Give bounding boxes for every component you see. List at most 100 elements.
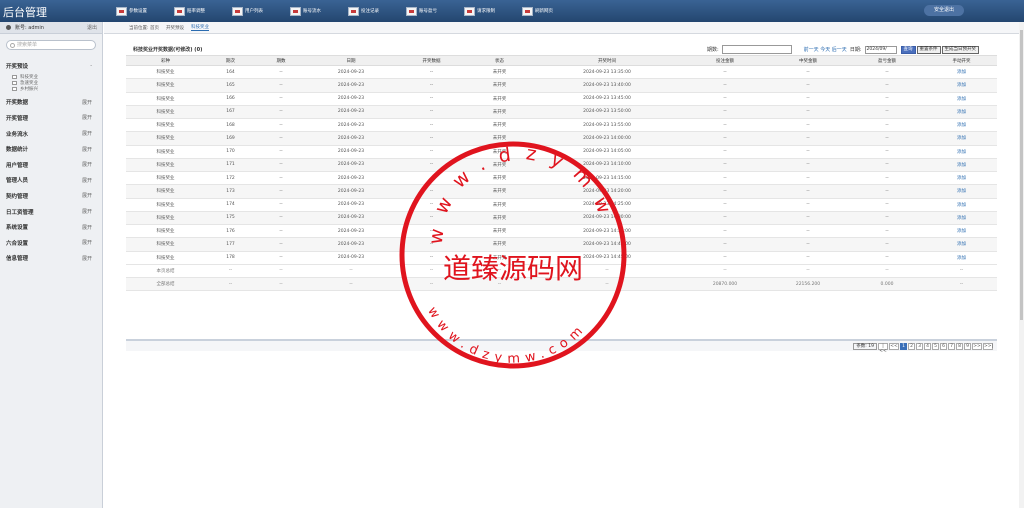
sidebar-item[interactable]: 系统设置 展开 <box>0 219 102 235</box>
sidebar-item[interactable]: 日工资管理 展开 <box>0 204 102 220</box>
sidebar-item[interactable]: 数据统计 展开 <box>0 141 102 157</box>
table-cell: 科技奖业 <box>126 184 205 199</box>
exit-button[interactable]: 安全退出 <box>924 5 964 16</box>
page-button[interactable]: 3 <box>916 343 923 350</box>
page-button[interactable]: 4 <box>924 343 931 350</box>
add-draw-link[interactable]: 添加 <box>926 171 997 186</box>
table-cell: 2024-09-23 13:40:00 <box>532 78 682 93</box>
nav-bets[interactable]: 投注记录 <box>348 5 379 17</box>
page-button[interactable]: 6 <box>940 343 947 350</box>
add-draw-link[interactable]: 添加 <box>926 145 997 159</box>
page-button[interactable]: 5 <box>932 343 939 350</box>
add-draw-link[interactable]: 添加 <box>926 131 997 146</box>
expand-toggle[interactable]: 展开 <box>82 224 92 231</box>
expand-toggle[interactable]: 展开 <box>82 192 92 199</box>
add-draw-link[interactable]: 添加 <box>926 78 997 93</box>
nav-params[interactable]: 参数设置 <box>116 5 147 17</box>
breadcrumb-current[interactable]: 科技奖业 <box>190 24 209 31</box>
summary-row: 全部总结 -- -- -- -- -- -- 20870.000 22156.200 0.000-… <box>126 277 997 292</box>
table-cell: 未开奖 <box>467 224 532 239</box>
add-draw-link[interactable]: 添加 <box>926 184 997 199</box>
day-nav-links[interactable]: 前一天 今天 后一天 <box>804 46 847 53</box>
sidebar-item[interactable]: 契约管理 展开 <box>0 188 102 204</box>
add-draw-link[interactable]: 添加 <box>926 158 997 173</box>
page-button[interactable]: 9 <box>964 343 971 350</box>
expand-toggle[interactable]: 展开 <box>82 177 92 184</box>
summary-cell: -- <box>205 264 256 279</box>
table-cell: -- <box>682 224 768 239</box>
table-cell: 科技奖业 <box>126 118 205 133</box>
add-draw-link[interactable]: 添加 <box>926 224 997 239</box>
table-cell: 2024-09-23 13:55:00 <box>532 118 682 133</box>
generate-button[interactable]: 生成当日预开奖 <box>941 45 979 54</box>
add-draw-link[interactable]: 添加 <box>926 251 997 265</box>
expand-toggle[interactable]: 展开 <box>82 161 92 168</box>
expand-toggle[interactable]: 展开 <box>82 146 92 153</box>
page-button[interactable]: 8 <box>956 343 963 350</box>
nav-label: 用户列表 <box>245 9 263 14</box>
page-scrollbar[interactable] <box>1019 22 1024 508</box>
nav-limit[interactable]: 请求限制 <box>464 5 495 17</box>
page-button[interactable]: 7 <box>948 343 955 350</box>
logout-link[interactable]: 退出 <box>87 24 97 31</box>
add-draw-link[interactable]: 添加 <box>926 92 997 106</box>
table-cell: 2024-09-23 14:30:00 <box>532 211 682 226</box>
sidebar-item[interactable]: 信息管理 展开 <box>0 251 102 267</box>
table-row: 科技奖业 172 -- 2024-09-23 -- 未开奖 2024-09-23 14:15… <box>126 171 997 186</box>
table-cell: -- <box>848 171 926 186</box>
table-cell: -- <box>396 131 467 146</box>
sidebar-item[interactable]: 业务流水 展开 <box>0 126 102 142</box>
pagination: 条数: 19 |<< << 1 2 3 4 5 6 7 8 9 >> >>| <box>126 339 997 354</box>
collapse-toggle[interactable]: - <box>90 63 92 69</box>
add-draw-link[interactable]: 添加 <box>926 65 997 80</box>
add-draw-link[interactable]: 添加 <box>926 237 997 252</box>
sidebar-item[interactable]: 管理人员 展开 <box>0 173 102 189</box>
table-cell: -- <box>256 158 306 173</box>
add-draw-link[interactable]: 添加 <box>926 118 997 133</box>
page-button[interactable]: 2 <box>908 343 915 350</box>
reset-button[interactable]: 重置条件 <box>916 45 941 54</box>
nav-users[interactable]: 用户列表 <box>232 5 263 17</box>
table-cell: 2024-09-23 <box>306 92 396 106</box>
sidebar-item-preset[interactable]: 开奖预设 - <box>0 58 102 74</box>
menu-search-input[interactable]: 搜索菜单 <box>6 40 96 50</box>
table-cell: -- <box>682 118 768 133</box>
nav-profit[interactable]: 账号盈亏 <box>406 5 437 17</box>
nav-refresh[interactable]: 刷新网页 <box>522 5 553 17</box>
expand-toggle[interactable]: 展开 <box>82 130 92 137</box>
breadcrumb-section[interactable]: 开奖预设 <box>166 25 184 31</box>
table-cell: 2024-09-23 14:00:00 <box>532 131 682 146</box>
table-cell: 未开奖 <box>467 171 532 186</box>
column-header: 彩种 <box>126 55 205 66</box>
sidebar-item[interactable]: 开奖管理 展开 <box>0 110 102 126</box>
prev-page-button[interactable]: << <box>889 343 899 350</box>
query-button[interactable]: 查询 <box>900 45 916 54</box>
nav-flow[interactable]: 账号流水 <box>290 5 321 17</box>
sidebar-item[interactable]: 用户管理 展开 <box>0 157 102 173</box>
page-button[interactable]: 1 <box>900 343 907 350</box>
next-page-button[interactable]: >> <box>972 343 982 350</box>
table-row: 科技奖业 166 -- 2024-09-23 -- 未开奖 2024-09-23 13:45… <box>126 92 997 106</box>
scrollbar-thumb[interactable] <box>1020 30 1023 320</box>
table-cell: -- <box>682 78 768 93</box>
summary-cell: -- <box>306 277 396 292</box>
add-draw-link[interactable]: 添加 <box>926 105 997 120</box>
app-title: 后台管理 <box>3 6 47 19</box>
table-cell: -- <box>682 171 768 186</box>
sidebar-item[interactable]: 开奖数据 展开 <box>0 95 102 111</box>
breadcrumb-home[interactable]: 当前位置: 首页 <box>129 25 159 31</box>
add-draw-link[interactable]: 添加 <box>926 198 997 212</box>
nav-odds[interactable]: 赔率调整 <box>174 5 205 17</box>
sidebar-item[interactable]: 六合设置 展开 <box>0 235 102 251</box>
expand-toggle[interactable]: 展开 <box>82 114 92 121</box>
period-input[interactable] <box>721 45 792 54</box>
expand-toggle[interactable]: 展开 <box>82 255 92 262</box>
date-input[interactable]: 2024/09/ <box>864 45 897 54</box>
table-cell: 科技奖业 <box>126 78 205 93</box>
expand-toggle[interactable]: 展开 <box>82 239 92 246</box>
expand-toggle[interactable]: 展开 <box>82 208 92 215</box>
last-page-button[interactable]: >>| <box>983 343 993 350</box>
first-page-button[interactable]: |<< <box>878 343 888 354</box>
expand-toggle[interactable]: 展开 <box>82 99 92 106</box>
add-draw-link[interactable]: 添加 <box>926 211 997 226</box>
